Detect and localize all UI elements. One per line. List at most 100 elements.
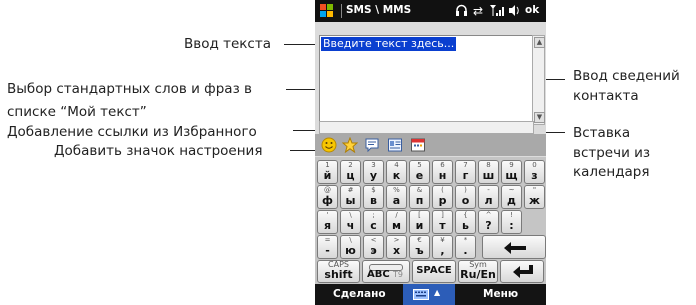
key-secondary-label: ~ (508, 186, 515, 194)
key-:[interactable]: !: (501, 210, 522, 234)
key-primary-label: - (325, 244, 330, 257)
key-primary-label: ъ (415, 244, 424, 257)
annotation-mood: Добавить значок настроения (54, 143, 263, 159)
key-secondary-label: - (487, 186, 490, 194)
key-у[interactable]: 3у (363, 160, 384, 184)
key-й[interactable]: 1й (317, 160, 338, 184)
key-т[interactable]: ] т (432, 210, 453, 234)
key-primary-label: т (439, 219, 446, 232)
enter-key[interactable] (500, 260, 544, 283)
key-secondary-label: * (463, 236, 468, 244)
key-я[interactable]: ' я (317, 210, 338, 234)
emoticon-icon[interactable] (321, 137, 337, 153)
key-?[interactable]: ^? (478, 210, 499, 234)
key-.[interactable]: *. (455, 235, 476, 259)
sym-lang-key[interactable]: Sym Ru/En (458, 260, 498, 283)
key-р[interactable]: (р (432, 185, 453, 209)
key-secondary-label: 5 (417, 161, 422, 169)
key-к[interactable]: 4к (386, 160, 407, 184)
calendar-icon[interactable] (410, 137, 426, 153)
scroll-up-arrow-icon[interactable]: ▲ (534, 37, 545, 48)
annotation-calendar-3: календаря (573, 164, 650, 180)
key-secondary-label: 1 (325, 161, 330, 169)
done-softkey[interactable]: Сделано (333, 288, 386, 300)
annotation-standard-words-1: Выбор стандартных слов и фраз в (7, 81, 252, 97)
key-,[interactable]: ¥, (432, 235, 453, 259)
key-д[interactable]: ~ д (501, 185, 522, 209)
key-ъ[interactable]: € ъ (409, 235, 430, 259)
key-л[interactable]: -л (478, 185, 499, 209)
annotation-contact-2: контакта (573, 88, 639, 104)
annotation-favorites: Добавление ссылки из Избранного (7, 124, 257, 140)
key-secondary-label: ¥ (440, 236, 445, 244)
key-ы[interactable]: # ы (340, 185, 361, 209)
windows-start-icon[interactable] (320, 4, 334, 18)
key-е[interactable]: 5е (409, 160, 430, 184)
t9-label: T9 (393, 270, 403, 279)
key--[interactable]: = - (317, 235, 338, 259)
key-з[interactable]: 0з (524, 160, 545, 184)
key-а[interactable]: % а (386, 185, 407, 209)
input-panel-toggle[interactable]: ▲ (403, 284, 455, 305)
key-ь[interactable]: {ь (455, 210, 476, 234)
annotation-calendar-1: Вставка (573, 125, 631, 141)
key-primary-label: п (415, 194, 424, 207)
favorites-star-icon[interactable] (341, 136, 359, 154)
key-secondary-label: 2 (348, 161, 353, 169)
key-э[interactable]: < э (363, 235, 384, 259)
key-ж[interactable]: " ж (524, 185, 545, 209)
key-primary-label: SPACE (416, 265, 452, 276)
abc-t9-key[interactable]: ABC T9 (362, 260, 410, 283)
annotation-contact-1: Ввод сведений (573, 68, 680, 84)
key-primary-label: у (369, 169, 378, 182)
key-ч[interactable]: \ ч (340, 210, 361, 234)
input-panel-up-arrow-icon: ▲ (434, 288, 441, 297)
key-г[interactable]: 7г (455, 160, 476, 184)
caps-shift-key[interactable]: CAPS shift (317, 260, 360, 283)
menu-softkey[interactable]: Меню (483, 288, 518, 300)
key-и[interactable]: [и (409, 210, 430, 234)
key-х[interactable]: > х (386, 235, 407, 259)
title-bar: SMS \ MMS ⇄ ok (315, 0, 546, 22)
scroll-down-arrow-icon[interactable]: ▼ (534, 112, 545, 123)
key-щ[interactable]: 9щ (501, 160, 522, 184)
key-secondary-label: 0 (532, 161, 537, 169)
contact-card-icon[interactable] (387, 137, 403, 153)
backspace-key[interactable] (482, 235, 546, 259)
key-с[interactable]: ; с (363, 210, 384, 234)
key-в[interactable]: $ в (363, 185, 384, 209)
key-н[interactable]: 6н (432, 160, 453, 184)
ok-button[interactable]: ok (525, 4, 539, 16)
key-primary-label: л (484, 194, 493, 207)
space-key[interactable]: SPACE (412, 260, 456, 283)
key-secondary-label: / (395, 211, 398, 219)
key-secondary-label: & (416, 186, 423, 194)
key-secondary-label: 9 (509, 161, 514, 169)
key-м[interactable]: / м (386, 210, 407, 234)
key-primary-label: н (438, 169, 447, 182)
key-primary-label: Ru/En (460, 268, 496, 281)
key-ц[interactable]: 2ц (340, 160, 361, 184)
key-ф[interactable]: @ ф (317, 185, 338, 209)
key-п[interactable]: & п (409, 185, 430, 209)
key-primary-label: д (507, 194, 516, 207)
horizontal-scrollbar[interactable] (319, 121, 534, 134)
key-о[interactable]: ) о (455, 185, 476, 209)
backspace-arrow-icon (504, 242, 526, 254)
key-primary-label: в (370, 194, 377, 207)
key-secondary-label: 3 (371, 161, 376, 169)
key-ю[interactable]: \ ю (340, 235, 361, 259)
key-ш[interactable]: 8ш (478, 160, 499, 184)
key-primary-label: ь (462, 219, 469, 232)
my-text-icon[interactable] (364, 137, 380, 153)
key-primary-label: з (531, 169, 538, 182)
annotation-standard-words-2: списке “Мой текст” (7, 104, 147, 120)
key-primary-label: м (392, 219, 401, 232)
key-primary-label: ю (345, 244, 356, 257)
key-secondary-label: > (393, 236, 400, 244)
key-secondary-label: ! (510, 211, 513, 219)
vertical-scrollbar[interactable]: ▲ ▼ (532, 35, 545, 125)
key-primary-label: щ (505, 169, 518, 182)
message-text-input[interactable]: Введите текст здесь... (319, 35, 534, 123)
volume-icon[interactable] (508, 4, 521, 20)
